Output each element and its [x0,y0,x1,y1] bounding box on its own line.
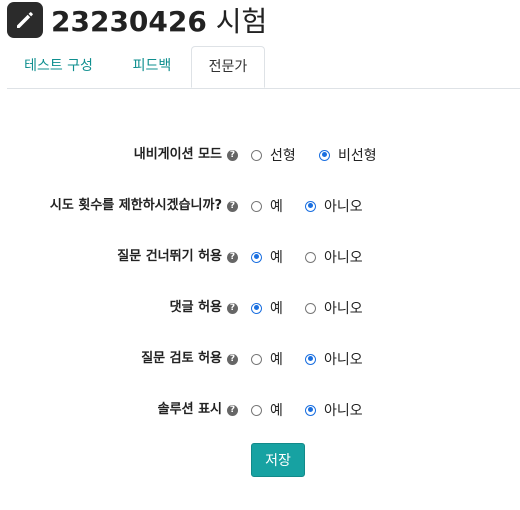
radio-button[interactable] [251,200,262,212]
setting-row-allow-comments: 댓글 허용? 예 아니오 [0,296,520,320]
radio-button[interactable] [305,200,316,212]
option-label: 비선형 [338,148,377,164]
save-button[interactable]: 저장 [251,443,305,477]
tab-feedback[interactable]: 피드백 [113,46,191,87]
option-limit-attempts-2[interactable]: 아니오 [305,194,363,218]
page-title: 23230426 시험 [51,0,267,40]
option-show-solution-2[interactable]: 아니오 [305,398,363,422]
option-navigation-mode-1[interactable]: 선형 [251,143,296,167]
pencil-icon [7,2,43,38]
page-title-number: 23230426 [51,5,207,38]
radio-button[interactable] [251,404,262,416]
setting-label-text: 내비게이션 모드 [133,147,222,162]
question-circle-icon[interactable]: ? [227,302,238,314]
option-allow-skip-2[interactable]: 아니오 [305,245,363,269]
option-navigation-mode-2[interactable]: 비선형 [319,143,377,167]
radio-button[interactable] [305,404,316,416]
option-allow-review-2[interactable]: 아니오 [305,347,363,371]
option-allow-review-1[interactable]: 예 [251,347,283,371]
option-label: 아니오 [324,403,363,419]
setting-label-text: 솔루션 표시 [157,402,222,417]
option-show-solution-1[interactable]: 예 [251,398,283,422]
question-circle-icon[interactable]: ? [227,251,238,263]
radio-button[interactable] [251,251,262,263]
setting-label-limit-attempts: 시도 횟수를 제한하시겠습니까?? [50,194,238,218]
setting-label-text: 질문 건너뛰기 허용 [117,249,222,264]
setting-row-show-solution: 솔루션 표시? 예 아니오 [0,398,520,422]
setting-label-show-solution: 솔루션 표시? [158,398,238,422]
setting-label-allow-comments: 댓글 허용? [170,296,238,320]
question-circle-icon[interactable]: ? [227,149,238,161]
page-title-suffix: 시험 [215,5,268,38]
option-label: 아니오 [324,352,363,368]
setting-row-allow-skip: 질문 건너뛰기 허용? 예 아니오 [0,245,520,269]
option-limit-attempts-1[interactable]: 예 [251,194,283,218]
radio-button[interactable] [251,302,262,314]
option-allow-skip-1[interactable]: 예 [251,245,283,269]
question-circle-icon[interactable]: ? [227,200,238,212]
option-label: 예 [270,250,283,266]
option-allow-comments-1[interactable]: 예 [251,296,283,320]
option-label: 예 [270,301,283,317]
setting-label-text: 시도 횟수를 제한하시겠습니까? [49,198,222,213]
page-header: 23230426 시험 [7,1,267,39]
setting-row-allow-review: 질문 검토 허용? 예 아니오 [0,347,520,371]
setting-label-allow-review: 질문 검토 허용? [141,347,238,371]
radio-button[interactable] [319,149,330,161]
tab-bar: 테스트 구성 피드백 전문가 [7,46,520,89]
setting-label-allow-skip: 질문 건너뛰기 허용? [117,245,238,269]
setting-label-text: 댓글 허용 [169,300,222,315]
setting-label-navigation-mode: 내비게이션 모드? [134,143,238,167]
option-label: 아니오 [324,250,363,266]
option-label: 예 [270,199,283,215]
radio-button[interactable] [305,302,316,314]
tab-expert[interactable]: 전문가 [191,46,265,88]
question-circle-icon[interactable]: ? [227,353,238,365]
option-label: 아니오 [324,301,363,317]
setting-label-text: 질문 검토 허용 [141,351,222,366]
option-label: 예 [270,352,283,368]
option-allow-comments-2[interactable]: 아니오 [305,296,363,320]
setting-row-navigation-mode: 내비게이션 모드? 선형 비선형 [0,143,520,167]
radio-button[interactable] [305,251,316,263]
radio-button[interactable] [251,353,262,365]
option-label: 선형 [270,148,296,164]
tab-test-config[interactable]: 테스트 구성 [7,46,110,87]
option-label: 예 [270,403,283,419]
setting-row-limit-attempts: 시도 횟수를 제한하시겠습니까?? 예 아니오 [0,194,520,218]
radio-button[interactable] [251,149,262,161]
question-circle-icon[interactable]: ? [227,404,238,416]
option-label: 아니오 [324,199,363,215]
radio-button[interactable] [305,353,316,365]
